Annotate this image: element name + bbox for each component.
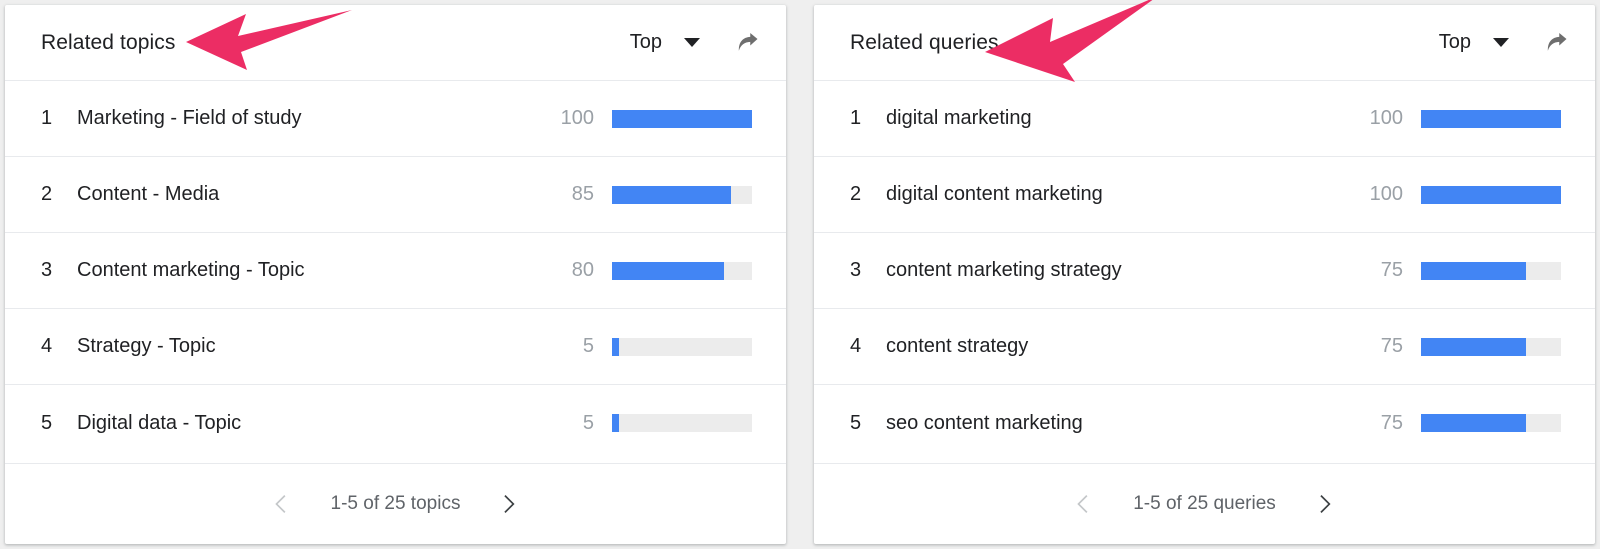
row-bar-track — [612, 185, 752, 204]
panel-title: Related queries — [850, 30, 999, 54]
row-label: Strategy - Topic — [77, 335, 216, 357]
row-bar-track — [612, 414, 752, 432]
row-value: 75 — [1380, 259, 1403, 281]
list-item[interactable]: 5 seo content marketing 75 — [814, 385, 1595, 461]
sort-dropdown[interactable]: Top — [1437, 27, 1511, 58]
row-value: 5 — [582, 411, 594, 434]
related-topics-panel: Related topics Top 1 Marketing - Field o… — [5, 5, 786, 544]
row-bar-track — [1421, 109, 1561, 128]
sort-dropdown[interactable]: Top — [628, 27, 702, 58]
pagination-next-button[interactable] — [494, 489, 524, 519]
row-rank: 3 — [41, 259, 53, 281]
share-arrow-icon — [732, 28, 762, 58]
row-label: Content marketing - Topic — [77, 259, 305, 281]
chevron-down-icon — [684, 38, 700, 47]
row-label: Marketing - Field of study — [77, 107, 302, 129]
row-bar-fill — [612, 414, 619, 432]
row-label: digital marketing — [886, 107, 1032, 129]
row-label: content strategy — [886, 335, 1029, 357]
pagination: 1-5 of 25 topics — [5, 463, 786, 544]
chevron-left-icon — [1071, 491, 1097, 517]
row-rank: 2 — [850, 183, 862, 205]
row-label: Content - Media — [77, 183, 220, 205]
pagination-text: 1-5 of 25 topics — [330, 493, 461, 514]
row-bar-track — [1421, 185, 1561, 204]
row-bar-track — [1421, 414, 1561, 432]
list-item[interactable]: 4 content strategy 75 — [814, 309, 1595, 385]
panel-title: Related topics — [41, 30, 176, 54]
row-value: 75 — [1380, 335, 1403, 357]
list-item[interactable]: 5 Digital data - Topic 5 — [5, 385, 786, 461]
row-label: content marketing strategy — [886, 259, 1122, 281]
row-rank: 4 — [850, 335, 862, 357]
row-bar-fill — [1421, 261, 1526, 280]
row-rank: 1 — [41, 107, 53, 129]
row-rank: 4 — [41, 335, 53, 357]
row-value: 100 — [1369, 107, 1403, 129]
chevron-left-icon — [269, 491, 295, 517]
list-item[interactable]: 2 Content - Media 85 — [5, 157, 786, 233]
pagination-next-button[interactable] — [1310, 489, 1340, 519]
row-rank: 3 — [850, 259, 862, 281]
row-rank: 5 — [850, 411, 862, 434]
queries-list: 1 digital marketing 100 2 digital conten… — [814, 81, 1595, 463]
row-value: 5 — [582, 335, 594, 357]
row-label: seo content marketing — [886, 411, 1083, 434]
panel-header: Related queries Top — [814, 5, 1595, 81]
row-rank: 2 — [41, 183, 53, 205]
sort-dropdown-label: Top — [629, 31, 662, 53]
list-item[interactable]: 3 Content marketing - Topic 80 — [5, 233, 786, 309]
share-button[interactable] — [1539, 26, 1573, 60]
row-bar-fill — [1421, 109, 1561, 128]
related-queries-panel: Related queries Top 1 digital marketing … — [814, 5, 1595, 544]
row-bar-track — [612, 337, 752, 356]
panels-container: Related topics Top 1 Marketing - Field o… — [0, 5, 1600, 544]
trends-related-panels: Related topics Top 1 Marketing - Field o… — [0, 0, 1600, 549]
list-item[interactable]: 2 digital content marketing 100 — [814, 157, 1595, 233]
pagination: 1-5 of 25 queries — [814, 463, 1595, 544]
row-bar-track — [1421, 337, 1561, 356]
row-value: 75 — [1380, 411, 1403, 434]
row-bar-track — [1421, 261, 1561, 280]
pagination-text: 1-5 of 25 queries — [1133, 493, 1276, 514]
row-bar-fill — [1421, 185, 1561, 204]
share-button[interactable] — [730, 26, 764, 60]
row-value: 80 — [571, 259, 594, 281]
row-bar-track — [612, 261, 752, 280]
row-value: 100 — [1369, 183, 1403, 205]
list-item[interactable]: 4 Strategy - Topic 5 — [5, 309, 786, 385]
panel-header: Related topics Top — [5, 5, 786, 81]
chevron-right-icon — [1312, 491, 1338, 517]
pagination-prev-button[interactable] — [267, 489, 297, 519]
row-rank: 1 — [850, 107, 862, 129]
chevron-down-icon — [1493, 38, 1509, 47]
row-label: Digital data - Topic — [77, 411, 242, 434]
row-bar-fill — [612, 261, 724, 280]
row-rank: 5 — [41, 411, 53, 434]
list-item[interactable]: 1 Marketing - Field of study 100 — [5, 81, 786, 157]
row-label: digital content marketing — [886, 183, 1103, 205]
row-bar-fill — [612, 337, 619, 356]
list-item[interactable]: 3 content marketing strategy 75 — [814, 233, 1595, 309]
row-bar-fill — [1421, 337, 1526, 356]
chevron-right-icon — [496, 491, 522, 517]
row-bar-fill — [612, 109, 752, 128]
row-bar-fill — [1421, 414, 1526, 432]
row-value: 100 — [560, 107, 594, 129]
row-bar-track — [612, 109, 752, 128]
row-value: 85 — [571, 183, 594, 205]
sort-dropdown-label: Top — [1438, 31, 1471, 53]
topics-list: 1 Marketing - Field of study 100 2 Conte… — [5, 81, 786, 463]
pagination-prev-button[interactable] — [1069, 489, 1099, 519]
list-item[interactable]: 1 digital marketing 100 — [814, 81, 1595, 157]
share-arrow-icon — [1541, 28, 1571, 58]
row-bar-fill — [612, 185, 731, 204]
